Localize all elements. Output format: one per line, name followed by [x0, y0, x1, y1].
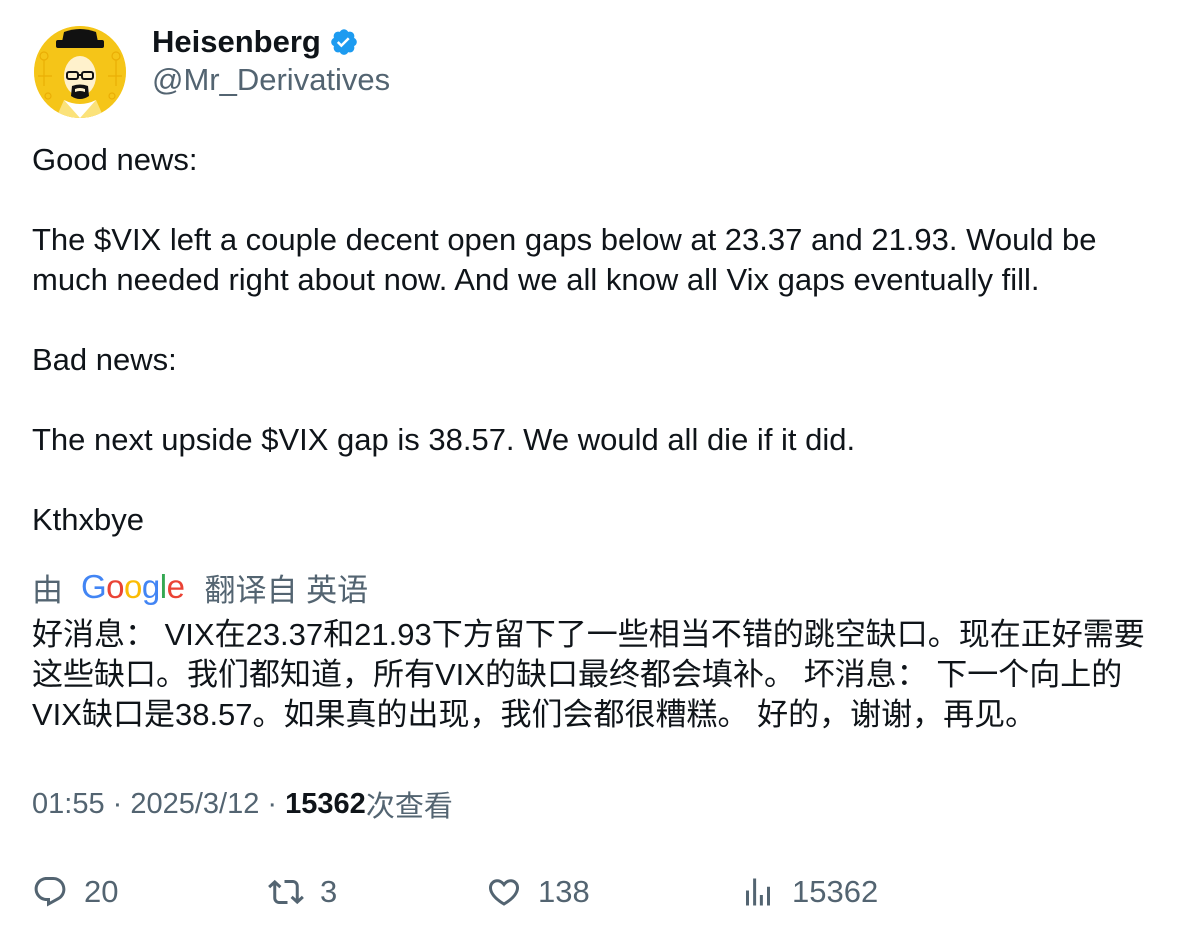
views-count: 15362 [285, 787, 366, 820]
tweet-paragraph: The next upside $VIX gap is 38.57. We wo… [32, 422, 856, 457]
tweet-meta: 01:55 · 2025/3/12 · 15362 次查看 [32, 784, 453, 824]
tweet: Heisenberg @Mr_Derivatives Good news: Th… [0, 0, 1196, 938]
heisenberg-avatar-icon [34, 26, 126, 118]
retweet-icon [268, 879, 304, 905]
verified-badge-icon [329, 27, 359, 57]
display-name[interactable]: Heisenberg [152, 24, 321, 60]
tweet-paragraph: Good news: [32, 142, 198, 177]
action-bar: 20 3 138 15362 [32, 870, 1172, 914]
author-name-row: Heisenberg [152, 22, 359, 62]
author-handle[interactable]: @Mr_Derivatives [152, 62, 390, 98]
views-button[interactable]: 15362 [740, 870, 878, 914]
views-label: 次查看 [365, 791, 453, 823]
tweet-paragraph: The $VIX left a couple decent open gaps … [32, 222, 1097, 297]
reply-count: 20 [84, 874, 119, 909]
reply-button[interactable]: 20 [32, 870, 118, 914]
tweet-paragraph: Bad news: [32, 342, 177, 377]
meta-separator: · [104, 787, 131, 820]
tweet-text: Good news: The $VIX left a couple decent… [32, 140, 1172, 540]
like-count: 138 [538, 874, 590, 909]
reply-icon [34, 877, 66, 907]
translation-suffix[interactable]: 翻译自 英语 [204, 565, 368, 610]
heart-icon [488, 879, 520, 906]
translation-attribution: 由 Google 翻译自 英语 [32, 566, 368, 608]
meta-separator: · [259, 787, 286, 820]
like-button[interactable]: 138 [486, 870, 590, 914]
translated-text: 好消息： VIX在23.37和21.93下方留下了一些相当不错的跳空缺口。现在正… [32, 617, 1145, 732]
tweet-paragraph: Kthxbye [32, 502, 145, 537]
retweet-count: 3 [320, 874, 338, 909]
google-logo[interactable]: Google [81, 568, 185, 606]
tweet-date[interactable]: 2025/3/12 [130, 788, 259, 821]
tweet-time[interactable]: 01:55 [32, 788, 105, 821]
translation-prefix: 由 [32, 572, 63, 608]
retweet-button[interactable]: 3 [268, 870, 337, 914]
analytics-icon [746, 878, 770, 906]
views-action-count: 15362 [792, 874, 879, 909]
avatar[interactable] [34, 26, 126, 118]
